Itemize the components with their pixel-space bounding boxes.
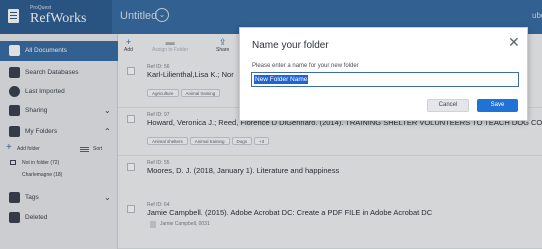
name-folder-dialog: Name your folder ✕ Please enter a name f…	[239, 27, 528, 121]
cancel-button[interactable]: Cancel	[427, 99, 469, 112]
selected-input-text: New Folder Name	[254, 75, 309, 84]
save-button[interactable]: Save	[477, 99, 518, 112]
dialog-prompt: Please enter a name for your new folder	[252, 63, 359, 69]
close-icon[interactable]: ✕	[508, 35, 520, 49]
dialog-title: Name your folder	[252, 40, 329, 51]
